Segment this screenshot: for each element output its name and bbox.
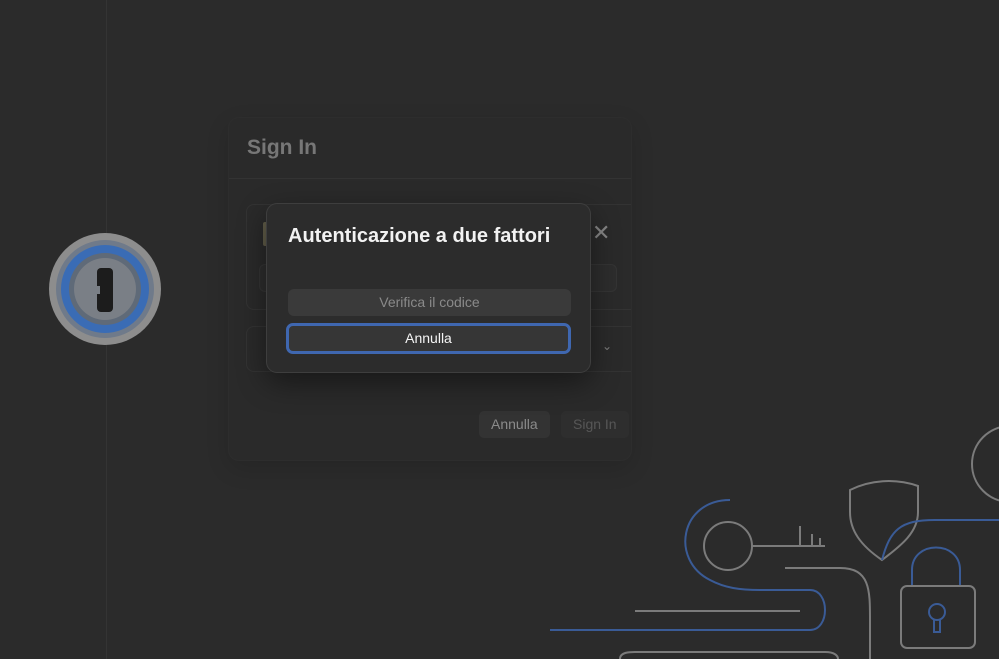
close-icon: ✕ [592, 220, 611, 245]
1password-logo-icon [49, 233, 161, 345]
signin-title: Sign In [247, 136, 317, 159]
verify-code-button[interactable]: Verifica il codice [288, 289, 571, 316]
signin-submit-button: Sign In [561, 411, 629, 438]
chevron-down-icon: ⌄ [602, 339, 613, 353]
cancel-button[interactable]: Annulla [286, 323, 571, 354]
signin-cancel-button: Annulla [479, 411, 550, 438]
signin-divider [229, 178, 631, 179]
dialog-title: Autenticazione a due fattori [288, 225, 551, 247]
two-factor-dialog: Autenticazione a due fattori Verifica il… [267, 204, 590, 372]
